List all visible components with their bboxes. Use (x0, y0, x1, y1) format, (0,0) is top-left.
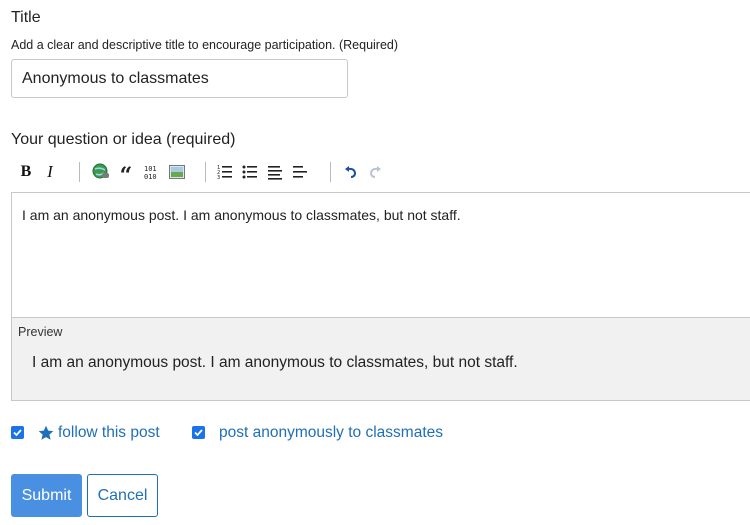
anonymous-label[interactable]: post anonymously to classmates (219, 424, 443, 442)
preview-label: Preview (18, 325, 63, 339)
image-icon (169, 165, 185, 179)
image-button[interactable] (168, 160, 186, 184)
bold-icon: B (20, 163, 32, 180)
svg-text:010: 010 (144, 173, 157, 180)
follow-post-label[interactable]: follow this post (58, 424, 160, 442)
toolbar-separator (330, 162, 331, 182)
code-button[interactable]: 101 010 (142, 160, 160, 184)
checkmark-icon (13, 429, 22, 437)
question-label: Your question or idea (required) (11, 131, 236, 148)
anonymous-checkbox[interactable] (192, 426, 205, 439)
title-help-text: Add a clear and descriptive title to enc… (11, 38, 399, 52)
title-input[interactable] (11, 59, 348, 98)
horizontal-rule-icon (293, 166, 307, 178)
redo-button[interactable] (366, 160, 384, 184)
toolbar-separator (205, 162, 206, 182)
submit-button[interactable]: Submit (11, 474, 82, 517)
bulleted-list-button[interactable] (241, 160, 259, 184)
quote-button[interactable]: “ (117, 160, 135, 189)
undo-button[interactable] (342, 160, 360, 184)
heading-icon (268, 166, 282, 180)
horizontal-rule-button[interactable] (291, 160, 309, 184)
numbered-list-button[interactable]: 1 2 3 (216, 160, 234, 184)
italic-button[interactable]: I (41, 160, 59, 184)
cancel-button[interactable]: Cancel (87, 474, 158, 517)
undo-icon (345, 166, 357, 178)
preview-text: I am an anonymous post. I am anonymous t… (32, 354, 518, 371)
italic-icon: I (47, 162, 53, 181)
link-icon (92, 163, 109, 179)
bulleted-list-icon (242, 165, 257, 179)
star-icon (38, 425, 54, 440)
svg-text:3: 3 (217, 175, 220, 180)
redo-icon (369, 166, 381, 178)
bold-button[interactable]: B (17, 160, 35, 184)
title-label: Title (11, 9, 41, 26)
link-button[interactable] (91, 160, 111, 184)
toolbar-separator (79, 162, 80, 182)
preview-panel: Preview I am an anonymous post. I am ano… (11, 317, 750, 401)
svg-text:101: 101 (144, 165, 157, 173)
editor-toolbar: B I “ 101 010 1 2 3 (11, 158, 750, 189)
code-icon: 101 010 (144, 165, 157, 180)
checkmark-icon (194, 429, 203, 437)
quote-icon: “ (119, 163, 133, 189)
numbered-list-icon: 1 2 3 (217, 165, 232, 180)
heading-button[interactable] (266, 160, 284, 184)
follow-checkbox[interactable] (11, 426, 24, 439)
question-editor[interactable]: I am an anonymous post. I am anonymous t… (11, 192, 750, 317)
